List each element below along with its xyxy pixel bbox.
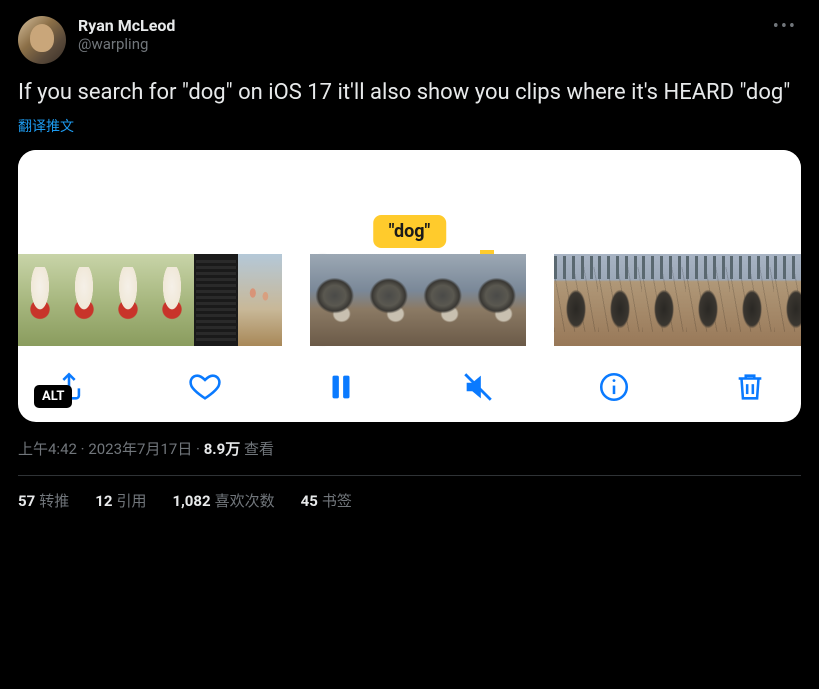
info-icon[interactable] (597, 370, 631, 404)
user-info: Ryan McLeod @warpling (78, 16, 175, 55)
tweet-container: Ryan McLeod @warpling ••• If you search … (0, 0, 819, 527)
display-name[interactable]: Ryan McLeod (78, 16, 175, 35)
clip-group-1[interactable] (18, 254, 282, 346)
pause-icon[interactable] (324, 370, 358, 404)
avatar[interactable] (18, 16, 66, 64)
quotes-stat[interactable]: 12引用 (95, 490, 146, 511)
tweet-header: Ryan McLeod @warpling ••• (18, 16, 801, 64)
heart-icon[interactable] (188, 370, 222, 404)
bookmarks-count: 45 (301, 492, 318, 510)
retweets-count: 57 (18, 492, 35, 510)
separator: · (77, 440, 88, 458)
timeline-frame (106, 254, 150, 346)
user-handle[interactable]: @warpling (78, 35, 175, 55)
tweet-date: 2023年7月17日 (88, 440, 192, 458)
divider (18, 475, 801, 476)
views-label: 查看 (240, 440, 274, 458)
timeline-frame (238, 254, 282, 346)
translate-link[interactable]: 翻译推文 (18, 116, 801, 136)
timeline-frame (418, 254, 472, 346)
separator: · (192, 440, 203, 458)
search-term-badge: "dog" (373, 215, 447, 248)
video-timeline[interactable] (18, 254, 801, 346)
retweets-label: 转推 (39, 492, 69, 510)
timeline-frame (62, 254, 106, 346)
bookmarks-stat[interactable]: 45书签 (301, 490, 352, 511)
bookmarks-label: 书签 (322, 492, 352, 510)
mute-icon[interactable] (461, 370, 495, 404)
alt-text-badge[interactable]: ALT (34, 385, 72, 408)
retweets-stat[interactable]: 57转推 (18, 490, 69, 511)
quotes-label: 引用 (116, 492, 146, 510)
timeline-frame (774, 254, 801, 346)
views-count: 8.9万 (204, 440, 241, 458)
timeline-frame (150, 254, 194, 346)
timeline-frame (310, 254, 364, 346)
tweet-metadata[interactable]: 上午4:42 · 2023年7月17日 · 8.9万 查看 (18, 438, 801, 459)
timeline-frame (730, 254, 774, 346)
media-toolbar (18, 346, 801, 412)
likes-label: 喜欢次数 (215, 492, 275, 510)
clip-group-2[interactable] (310, 254, 526, 346)
likes-stat[interactable]: 1,082 喜欢次数 (172, 490, 274, 511)
likes-count: 1,082 (172, 492, 210, 510)
trash-icon[interactable] (733, 370, 767, 404)
media-whitespace: "dog" (18, 150, 801, 254)
timeline-frame (18, 254, 62, 346)
tweet-time: 上午4:42 (18, 440, 77, 458)
timeline-frame (642, 254, 686, 346)
quotes-count: 12 (95, 492, 112, 510)
clip-group-3[interactable] (554, 254, 801, 346)
timeline-frame (598, 254, 642, 346)
timeline-frame (472, 254, 526, 346)
timeline-frame (554, 254, 598, 346)
tweet-text: If you search for "dog" on iOS 17 it'll … (18, 78, 801, 108)
timeline-frame (364, 254, 418, 346)
media-card[interactable]: "dog" (18, 150, 801, 422)
more-options-icon[interactable]: ••• (773, 16, 797, 37)
stats-row: 57转推 12引用 1,082 喜欢次数 45书签 (18, 490, 801, 511)
timeline-frame (686, 254, 730, 346)
timeline-frame (194, 254, 238, 346)
